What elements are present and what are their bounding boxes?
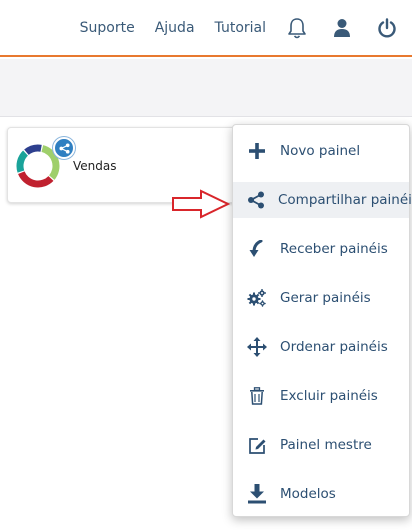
menu-item-painel-mestre[interactable]: Painel mestre xyxy=(233,427,409,463)
menu-item-label: Excluir painéis xyxy=(280,388,378,404)
trash-icon xyxy=(247,386,267,406)
menu-item-label: Novo painel xyxy=(280,143,361,159)
menu-item-ordenar-paineis[interactable]: Ordenar painéis xyxy=(233,329,409,365)
donut-segment-navy xyxy=(24,144,42,156)
link-suporte[interactable]: Suporte xyxy=(80,20,135,36)
top-navbar: Suporte Ajuda Tutorial xyxy=(0,0,412,57)
donut-segment-teal xyxy=(16,150,29,173)
bell-icon[interactable] xyxy=(286,17,308,39)
menu-item-compartilhar-paineis[interactable]: Compartilhar painéis xyxy=(233,182,412,218)
top-links: Suporte Ajuda Tutorial xyxy=(80,0,412,55)
menu-item-gerar-paineis[interactable]: Gerar painéis xyxy=(233,280,409,316)
link-ajuda[interactable]: Ajuda xyxy=(155,20,195,36)
menu-item-modelos[interactable]: Modelos xyxy=(233,476,409,512)
menu-item-label: Gerar painéis xyxy=(280,290,371,306)
link-tutorial[interactable]: Tutorial xyxy=(215,20,266,36)
toolbar-strip xyxy=(0,59,412,117)
plus-icon xyxy=(247,141,267,161)
gears-icon xyxy=(247,288,267,308)
move-arrows-icon xyxy=(247,337,267,357)
menu-item-novo-painel[interactable]: Novo painel xyxy=(233,133,409,169)
user-icon[interactable] xyxy=(331,17,353,39)
menu-item-receber-paineis[interactable]: Receber painéis xyxy=(233,231,409,267)
panel-card-title: Vendas xyxy=(73,159,117,173)
menu-item-excluir-paineis[interactable]: Excluir painéis xyxy=(233,378,409,414)
share-badge-icon[interactable] xyxy=(53,137,75,159)
donut-segment-red xyxy=(18,171,54,188)
power-icon[interactable] xyxy=(376,17,398,39)
menu-item-label: Modelos xyxy=(280,486,336,502)
share-icon xyxy=(247,190,265,210)
menu-item-label: Ordenar painéis xyxy=(280,339,388,355)
menu-item-label: Compartilhar painéis xyxy=(278,192,412,208)
menu-item-label: Painel mestre xyxy=(280,437,372,453)
panel-options-menu: Novo painel Compartilhar painéis Receber… xyxy=(232,124,412,517)
red-arrow-annotation-icon xyxy=(172,189,231,219)
edit-icon xyxy=(247,435,267,455)
menu-item-label: Receber painéis xyxy=(280,241,388,257)
download-icon xyxy=(247,484,267,504)
receive-arrow-icon xyxy=(247,239,267,259)
